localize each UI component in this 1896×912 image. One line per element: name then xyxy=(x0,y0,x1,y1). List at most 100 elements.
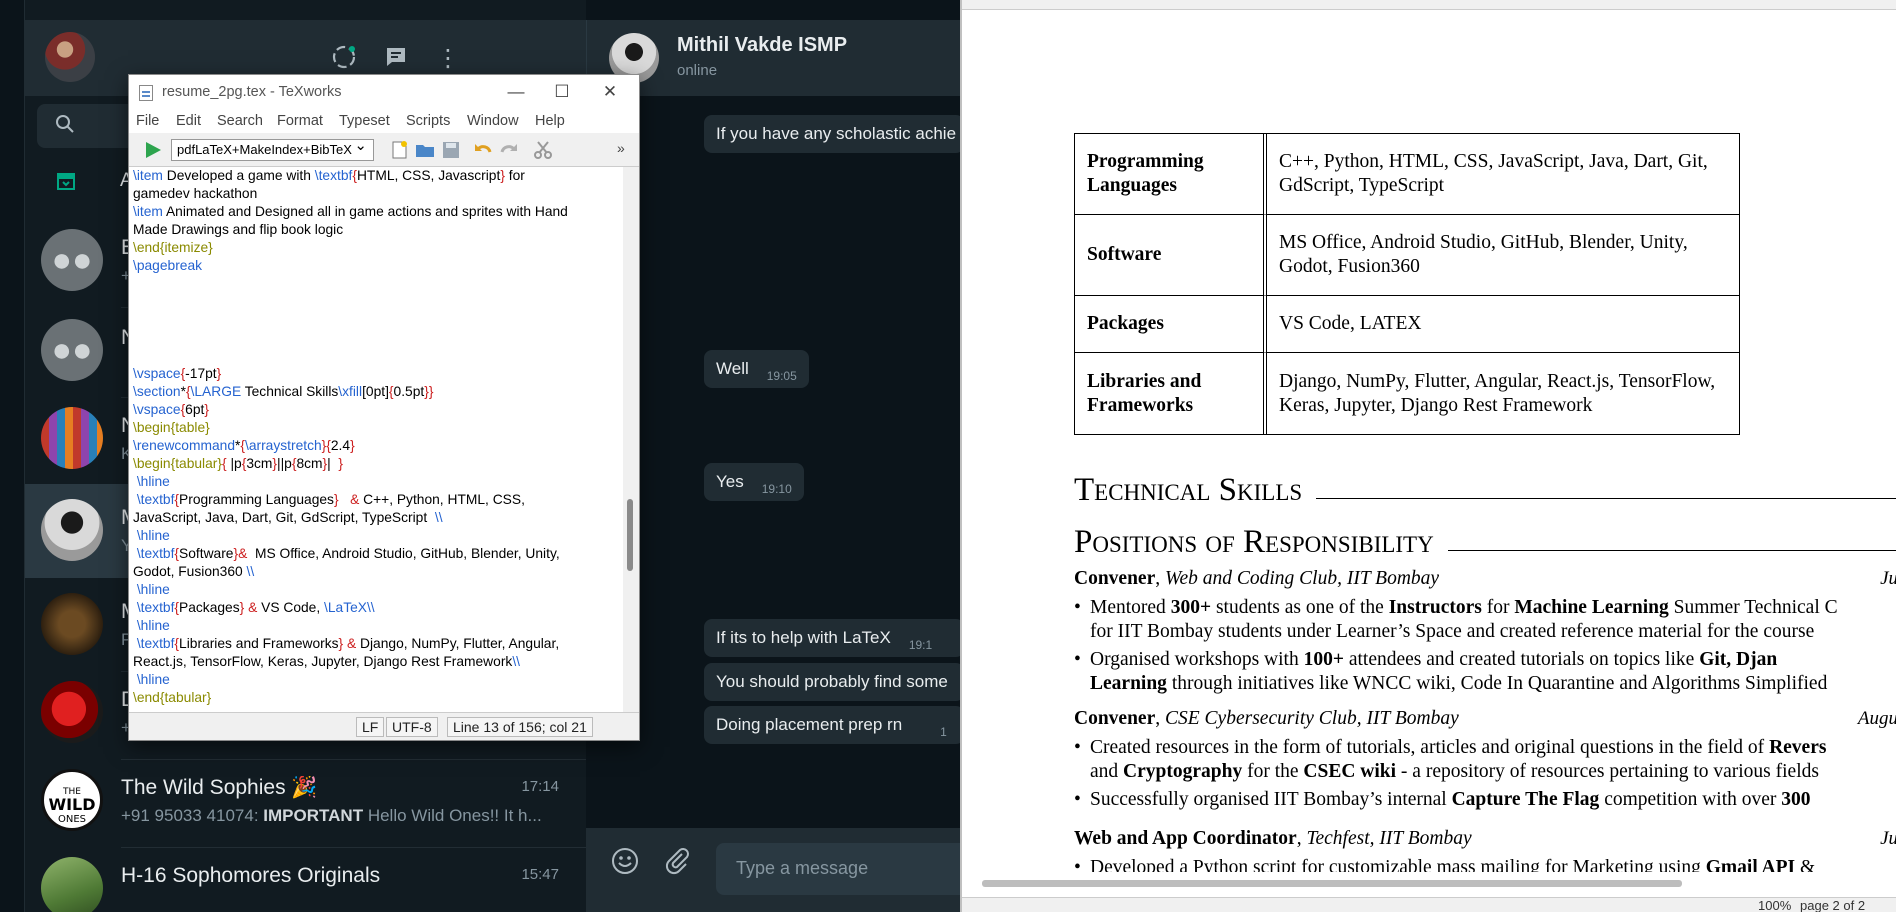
group-avatar: ●● xyxy=(41,229,103,291)
toolbar: pdfLaTeX+MakeIndex+BibTeX » xyxy=(129,133,639,167)
menu-format[interactable]: Format xyxy=(277,113,323,129)
skills-table: Programming Languages C++, Python, HTML, … xyxy=(1074,133,1740,435)
open-folder-icon[interactable] xyxy=(415,140,435,160)
list-item: Created resources in the form of tutoria… xyxy=(1074,736,1826,784)
chat-name: The Wild Sophies 🎉 xyxy=(121,776,318,799)
emoji-icon[interactable] xyxy=(610,846,640,883)
menu-typeset[interactable]: Typeset xyxy=(339,113,390,129)
conversation-pane: Mithil Vakde ISMP online If you have any… xyxy=(586,0,960,912)
section-heading: Positions of Responsibility xyxy=(1074,524,1896,561)
chat-item[interactable]: THE WILD ONES The Wild Sophies 🎉 +91 95033… xyxy=(25,754,587,848)
new-file-icon[interactable] xyxy=(389,140,409,160)
list-item: Developed a Python script for customizab… xyxy=(1074,856,1815,872)
chat-avatar xyxy=(41,681,103,743)
pdf-page[interactable]: Programming Languages C++, Python, HTML, … xyxy=(1074,10,1896,872)
page-indicator: page 2 of 2 xyxy=(1800,898,1866,912)
texworks-file-icon xyxy=(139,85,153,101)
menu-icon[interactable]: ⋮ xyxy=(433,44,463,74)
menu-help[interactable]: Help xyxy=(535,113,565,129)
message-bubble[interactable]: If you have any scholastic achie xyxy=(704,115,960,153)
pdf-preview-window: Programming Languages C++, Python, HTML, … xyxy=(960,0,1896,912)
menu-edit[interactable]: Edit xyxy=(176,113,201,129)
redo-icon[interactable] xyxy=(499,140,519,160)
typeset-play-icon[interactable] xyxy=(143,140,163,160)
engine-select[interactable]: pdfLaTeX+MakeIndex+BibTeX xyxy=(171,136,374,161)
position-date: Augu xyxy=(1857,708,1896,729)
menu-bar: File Edit Search Format Typeset Scripts … xyxy=(129,109,639,133)
skill-key: Software xyxy=(1075,215,1267,296)
save-icon[interactable] xyxy=(441,140,461,160)
skill-key: Packages xyxy=(1075,296,1267,353)
status-bar: LF UTF-8 Line 13 of 156; col 21 xyxy=(129,712,639,740)
message-bubble[interactable]: Doing placement prep rn 1 xyxy=(704,706,960,744)
message-bubble[interactable]: Well 19:05 xyxy=(704,350,809,388)
section-heading: Technical Skills xyxy=(1074,472,1896,509)
status-icon[interactable] xyxy=(329,44,359,74)
position-date: Ju xyxy=(1880,828,1896,849)
minimize-button[interactable]: — xyxy=(493,78,539,106)
undo-icon[interactable] xyxy=(473,140,493,160)
chat-item[interactable]: H-16 Sophomores Originals 15:47 xyxy=(25,842,587,912)
table-row: Packages VS Code, LATEX xyxy=(1075,296,1739,353)
line-ending[interactable]: LF xyxy=(356,717,385,737)
skill-key: Programming Languages xyxy=(1075,134,1267,215)
contact-status: online xyxy=(677,62,718,79)
skill-key: Libraries and Frameworks xyxy=(1075,353,1267,434)
contact-name: Mithil Vakde ISMP xyxy=(677,34,848,56)
cut-icon[interactable] xyxy=(533,140,553,160)
chat-time: 17:14 xyxy=(521,778,559,795)
svg-text:ONES: ONES xyxy=(58,814,86,825)
new-chat-icon[interactable] xyxy=(381,44,411,74)
menu-search[interactable]: Search xyxy=(217,113,263,129)
table-row: Programming Languages C++, Python, HTML, … xyxy=(1075,134,1739,215)
table-row: Libraries and Frameworks Django, NumPy, F… xyxy=(1075,353,1739,434)
chat-avatar xyxy=(41,499,103,561)
menu-file[interactable]: File xyxy=(136,113,159,129)
skill-value: C++, Python, HTML, CSS, JavaScript, Java… xyxy=(1267,134,1739,215)
position-title: Convener, CSE Cybersecurity Club, IIT Bo… xyxy=(1074,708,1459,729)
archive-icon[interactable] xyxy=(55,170,77,198)
title-bar[interactable]: resume_2pg.tex - TeXworks — ☐ ✕ xyxy=(129,75,639,109)
pdf-toolbar xyxy=(962,0,1896,10)
window-title: resume_2pg.tex - TeXworks xyxy=(162,84,342,100)
texworks-window: resume_2pg.tex - TeXworks — ☐ ✕ File Edi… xyxy=(128,74,640,741)
code-editor[interactable]: \item Developed a game with \textbf{HTML… xyxy=(129,167,623,712)
toolbar-overflow-icon[interactable]: » xyxy=(617,140,637,160)
position-title: Convener, Web and Coding Club, IIT Bomba… xyxy=(1074,568,1440,589)
message-bubble[interactable]: You should probably find some xyxy=(704,663,960,701)
cursor-position[interactable]: Line 13 of 156; col 21 xyxy=(447,717,593,737)
menu-window[interactable]: Window xyxy=(467,113,519,129)
svg-text:WILD: WILD xyxy=(48,795,95,814)
zoom-level[interactable]: 100% xyxy=(1758,898,1791,912)
group-avatar: ●● xyxy=(41,319,103,381)
message-bubble[interactable]: If its to help with LaTeX 19:1 xyxy=(704,619,960,657)
chat-avatar xyxy=(41,857,103,912)
encoding[interactable]: UTF-8 xyxy=(386,717,438,737)
chat-avatar xyxy=(41,593,103,655)
chat-name: H-16 Sophomores Originals xyxy=(121,864,381,887)
pdf-statusbar: 100% page 2 of 2 xyxy=(962,897,1896,912)
skill-value: MS Office, Android Studio, GitHub, Blend… xyxy=(1267,215,1739,296)
skill-value: Django, NumPy, Flutter, Angular, React.j… xyxy=(1279,370,1716,416)
chat-time: 15:47 xyxy=(521,866,559,883)
message-bubble[interactable]: Yes 19:10 xyxy=(704,463,804,501)
table-row: Software MS Office, Android Studio, GitHu… xyxy=(1075,215,1739,296)
maximize-button[interactable]: ☐ xyxy=(539,78,585,106)
horizontal-scrollbar[interactable] xyxy=(982,880,1682,887)
close-button[interactable]: ✕ xyxy=(587,78,633,106)
list-item: Successfully organised IIT Bombay’s inte… xyxy=(1074,788,1811,812)
chat-avatar: THE WILD ONES xyxy=(41,769,103,831)
attach-icon[interactable] xyxy=(662,846,692,883)
menu-scripts[interactable]: Scripts xyxy=(406,113,450,129)
my-avatar[interactable] xyxy=(45,32,95,82)
conversation-header[interactable]: Mithil Vakde ISMP online xyxy=(586,20,960,96)
message-input[interactable]: Type a message xyxy=(716,843,960,895)
skill-value: VS Code, LATEX xyxy=(1267,296,1739,353)
list-item: Mentored 300+ students as one of the Ins… xyxy=(1074,596,1838,644)
position-date: Ju xyxy=(1880,568,1896,589)
message-composer: Type a message xyxy=(586,828,960,912)
editor-scrollbar[interactable] xyxy=(623,167,639,712)
position-title: Web and App Coordinator, Techfest, IIT B… xyxy=(1074,828,1472,849)
scrollbar-thumb[interactable] xyxy=(627,499,633,571)
search-icon xyxy=(55,114,75,140)
